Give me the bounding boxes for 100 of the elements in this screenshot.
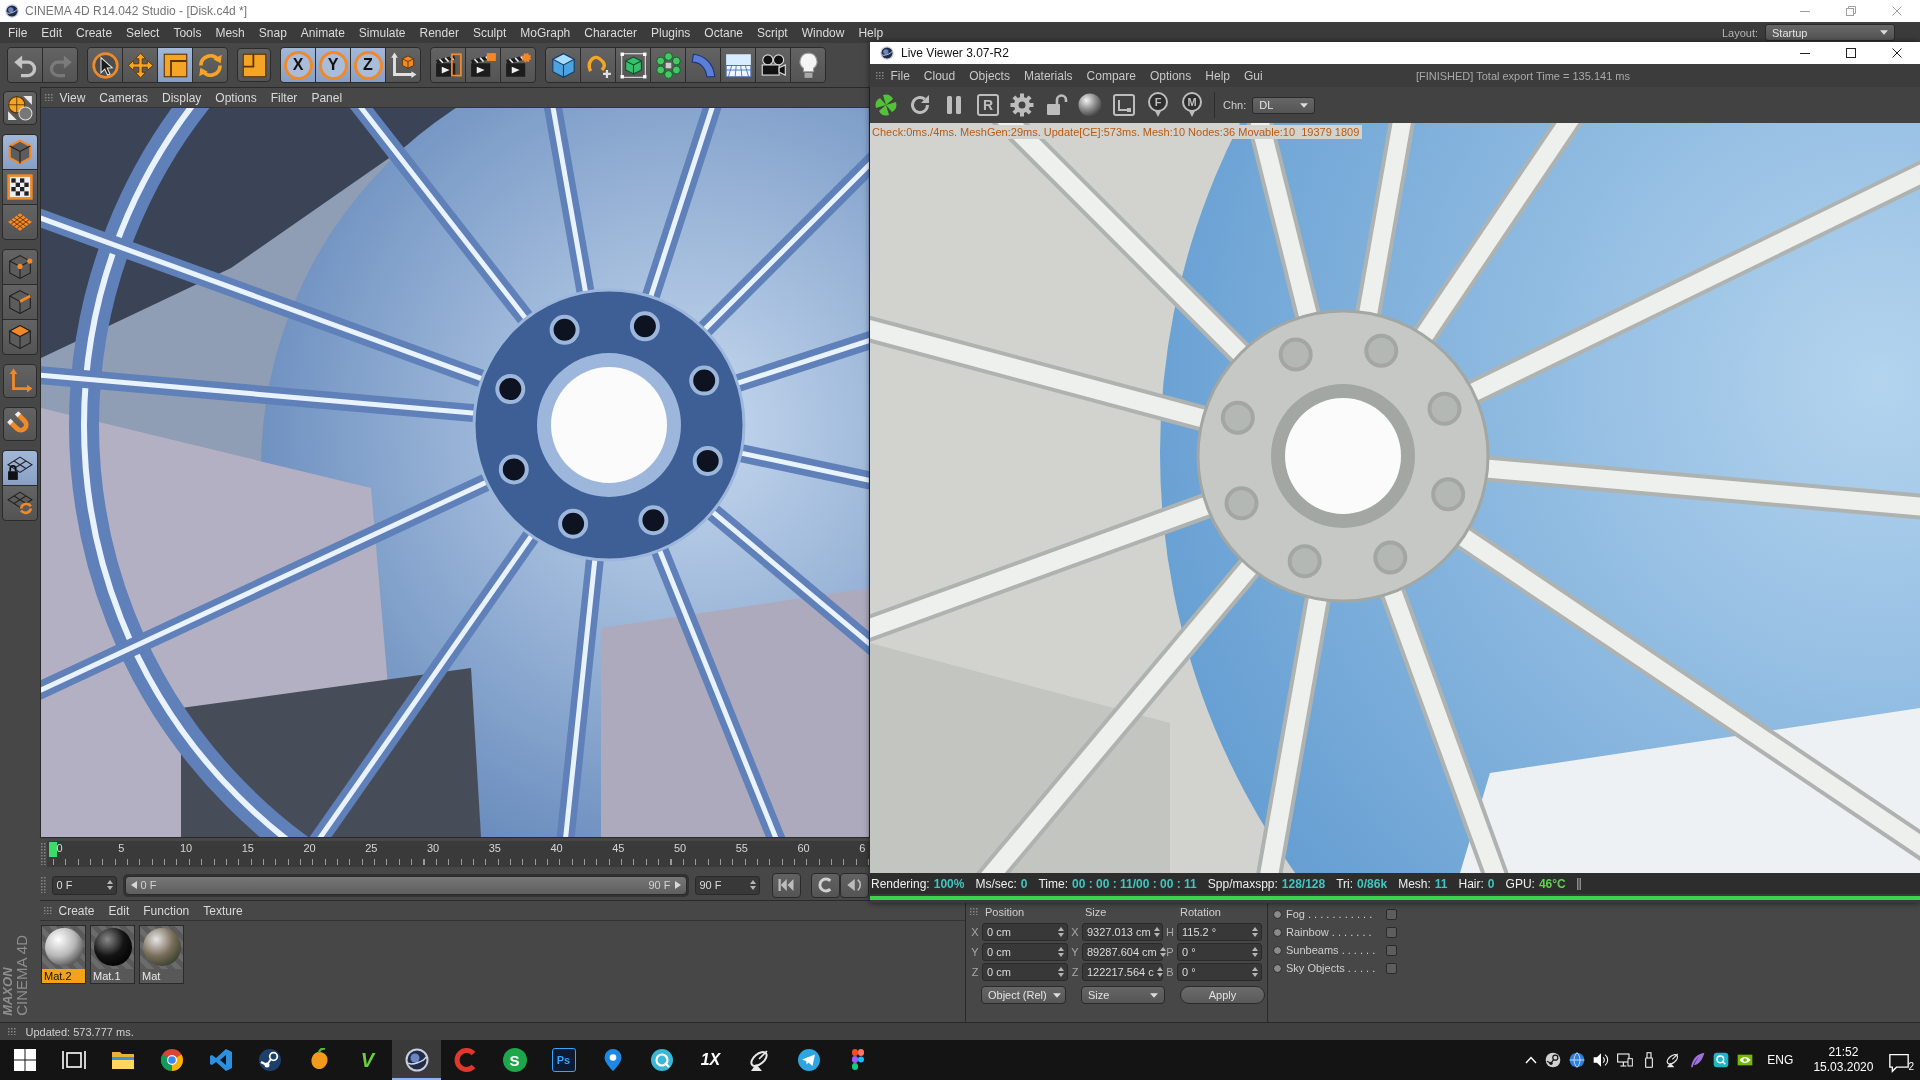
menu-item[interactable]: Cloud xyxy=(916,68,963,83)
feather-icon[interactable] xyxy=(1689,1052,1706,1068)
menu-item[interactable]: Objects xyxy=(962,68,1017,83)
toolbar-button[interactable] xyxy=(3,320,37,354)
toolbar-button[interactable] xyxy=(3,250,37,284)
toolbar-button[interactable] xyxy=(3,91,37,125)
coordinate-field[interactable]: 0 cm xyxy=(982,923,1068,941)
coordinate-field[interactable]: 115.2 ° xyxy=(1177,923,1262,941)
toolbar-button[interactable] xyxy=(3,285,37,319)
menu-item[interactable]: Simulate xyxy=(351,25,413,40)
toolbar-button[interactable]: Y xyxy=(316,48,350,82)
toolbar-button[interactable] xyxy=(616,48,650,82)
menu-item[interactable]: Edit xyxy=(101,903,137,918)
toolbar-button[interactable] xyxy=(501,48,535,82)
toolbar-button[interactable] xyxy=(546,48,580,82)
frame-range-slider[interactable]: 0 F 90 F xyxy=(124,875,687,895)
menu-item[interactable]: Sculpt xyxy=(465,25,514,40)
menu-item[interactable]: Gui xyxy=(1237,68,1270,83)
toolbar-button[interactable] xyxy=(3,407,37,441)
apply-button[interactable]: Apply xyxy=(1180,986,1265,1004)
taskbar-button[interactable]: 1X xyxy=(686,1040,735,1080)
timeline-ruler[interactable]: 0 5 10 15 20 25 30 35 40 45 50 55 60 6 xyxy=(46,841,870,867)
toolbar-button[interactable] xyxy=(3,486,37,520)
menu-item[interactable]: Panel xyxy=(304,90,350,105)
taskbar-button[interactable]: V xyxy=(343,1040,392,1080)
frame-field[interactable]: 90 F xyxy=(694,875,760,895)
disc-logo-icon[interactable] xyxy=(1545,1052,1562,1068)
checkbox[interactable] xyxy=(1386,962,1397,974)
coordinate-field[interactable]: 0 ° xyxy=(1177,963,1262,981)
coordinate-field[interactable]: 122217.564 c xyxy=(1082,963,1163,981)
toolbar-button[interactable] xyxy=(237,48,271,82)
playhead-marker[interactable] xyxy=(48,842,57,857)
menu-item[interactable]: Options xyxy=(208,90,264,105)
menu-item[interactable]: Select xyxy=(119,25,167,40)
toolbar-button[interactable] xyxy=(386,48,420,82)
notification-button[interactable]: 2 xyxy=(1889,1047,1914,1073)
menu-item[interactable]: Options xyxy=(1142,68,1199,83)
menu-item[interactable]: Render xyxy=(412,25,466,40)
caret-up-icon[interactable] xyxy=(1525,1056,1538,1064)
toolbar-button[interactable]: X xyxy=(281,48,315,82)
checkbox[interactable] xyxy=(1386,944,1397,956)
toolbar-button[interactable] xyxy=(431,48,465,82)
toolbar-button[interactable] xyxy=(721,48,755,82)
language-indicator[interactable]: ENG xyxy=(1767,1053,1794,1067)
taskbar-button[interactable]: Ps xyxy=(539,1040,588,1080)
menu-item[interactable]: Help xyxy=(851,25,891,40)
menu-item[interactable]: MoGraph xyxy=(513,25,578,40)
size-mode-dropdown[interactable]: Size xyxy=(1081,986,1165,1004)
toolbar-button[interactable] xyxy=(1076,91,1104,119)
toolbar-button[interactable]: Z xyxy=(351,48,385,82)
toolbar-button[interactable]: R xyxy=(974,91,1002,119)
toolbar-button[interactable] xyxy=(791,48,825,82)
checkbox[interactable] xyxy=(1386,926,1397,938)
toolbar-button[interactable] xyxy=(3,364,37,398)
frame-field[interactable]: 0 F xyxy=(51,875,117,895)
monitor-icon[interactable] xyxy=(1617,1052,1634,1068)
menu-item[interactable]: File xyxy=(883,68,917,83)
menu-item[interactable]: Script xyxy=(750,25,795,40)
toolbar-button[interactable] xyxy=(466,48,500,82)
menu-item[interactable]: Create xyxy=(51,903,102,918)
globe-icon[interactable] xyxy=(1569,1052,1586,1068)
menu-item[interactable]: Display xyxy=(155,90,209,105)
menu-item[interactable]: Edit xyxy=(34,25,70,40)
menu-item[interactable]: Help xyxy=(1198,68,1237,83)
magnifier-badge-icon[interactable] xyxy=(1713,1052,1730,1068)
menu-item[interactable]: Cameras xyxy=(92,90,155,105)
menu-item[interactable]: Create xyxy=(69,25,120,40)
menu-item[interactable]: Animate xyxy=(293,25,352,40)
menu-item[interactable]: Filter xyxy=(263,90,305,105)
menu-item[interactable]: Compare xyxy=(1079,68,1143,83)
loop-button[interactable] xyxy=(810,872,840,898)
menu-item[interactable]: Octane xyxy=(697,25,751,40)
menu-item[interactable]: Tools xyxy=(166,25,209,40)
coordinate-mode-dropdown[interactable]: Object (Rel) xyxy=(981,986,1066,1004)
menu-item[interactable]: Window xyxy=(794,25,852,40)
channel-dropdown[interactable]: DL xyxy=(1252,96,1316,114)
coordinate-field[interactable]: 9327.013 cm xyxy=(1082,923,1163,941)
checkbox[interactable] xyxy=(1386,908,1397,920)
material-item[interactable]: Mat.2 xyxy=(41,925,86,984)
menu-item[interactable]: Character xyxy=(577,25,644,40)
toolbar-button[interactable] xyxy=(3,170,37,204)
menu-item[interactable]: View xyxy=(52,90,93,105)
coordinate-field[interactable]: 0 cm xyxy=(982,943,1068,961)
eye-logo-icon[interactable] xyxy=(1737,1052,1754,1068)
menu-item[interactable]: Materials xyxy=(1016,68,1080,83)
taskbar-button[interactable] xyxy=(392,1040,441,1080)
coordinate-field[interactable]: 89287.604 cm xyxy=(1082,943,1163,961)
menu-item[interactable]: Texture xyxy=(196,903,250,918)
material-item[interactable]: Mat.1 xyxy=(90,925,135,984)
toolbar-button[interactable] xyxy=(756,48,790,82)
coordinate-field[interactable]: 0 ° xyxy=(1177,943,1262,961)
menu-item[interactable]: File xyxy=(1,25,35,40)
play-backwards-button[interactable] xyxy=(839,872,869,898)
menu-item[interactable]: Snap xyxy=(251,25,294,40)
menu-item[interactable]: Mesh xyxy=(208,25,252,40)
material-item[interactable]: Mat xyxy=(139,925,184,984)
menu-item[interactable]: Function xyxy=(136,903,197,918)
layout-dropdown[interactable]: Startup xyxy=(1765,24,1895,41)
speaker-icon[interactable] xyxy=(1593,1052,1610,1068)
go-to-start-button[interactable] xyxy=(771,872,801,898)
